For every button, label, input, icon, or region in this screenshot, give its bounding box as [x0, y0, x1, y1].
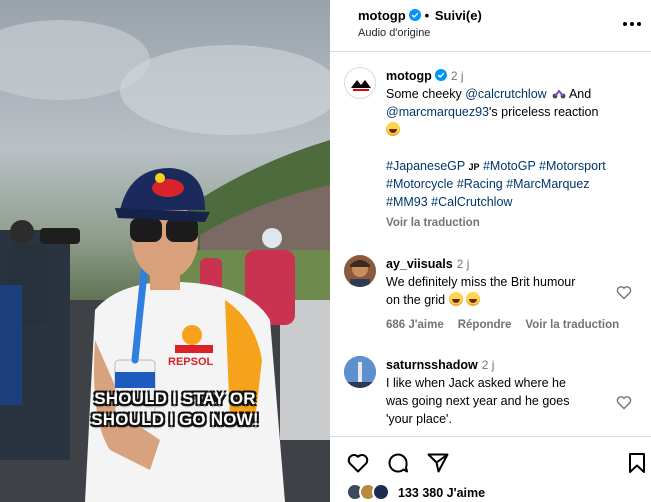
- like-heart-icon[interactable]: [346, 451, 370, 475]
- comment-likes-count[interactable]: 686 J'aime: [386, 319, 444, 331]
- liker-avatar: [372, 483, 390, 501]
- laughing-emoji-icon: [448, 292, 463, 306]
- comment-like-heart-icon[interactable]: [616, 395, 632, 410]
- caption-line-1: Some cheeky @calcrutchlow And: [386, 85, 591, 103]
- comments-scroll-area[interactable]: motogp 2 j Some cheeky @calcrutchlow And …: [330, 53, 651, 435]
- hashtags-line-1: #JapaneseGP JP #MotoGP #Motorsport: [386, 157, 606, 176]
- comment-username[interactable]: ay_viisuals: [386, 257, 453, 271]
- hashtag-link[interactable]: #JapaneseGP: [386, 159, 465, 173]
- comment-username[interactable]: saturnsshadow: [386, 358, 478, 372]
- reply-button[interactable]: Répondre: [458, 319, 512, 331]
- comment-meta-ay-viisuals: 686 J'aime Répondre Voir la traduction: [386, 319, 633, 331]
- caption-line-2: @marcmarquez93's priceless reaction: [386, 103, 598, 121]
- video-caption: SHOULD I STAY OR SHOULD I GO NOW!: [91, 389, 259, 429]
- japan-flag-icon: JP: [468, 162, 480, 172]
- comment-text-line-1: We definitely miss the Brit humour: [386, 275, 576, 289]
- caption-username[interactable]: motogp: [386, 69, 432, 83]
- reel-video[interactable]: REPSOL SHOULD I STAY OR SHOULD I GO NOW!: [0, 0, 330, 502]
- comment-time: 2 j: [456, 257, 470, 271]
- hashtag-link[interactable]: #MotoGP #Motorsport: [483, 159, 606, 173]
- verified-badge-icon: [434, 69, 447, 81]
- caption-header-line: motogp 2 j: [386, 67, 464, 85]
- comment-bubble-icon[interactable]: [386, 451, 410, 475]
- post-actions-bar: 133 380 J'aime: [330, 436, 651, 502]
- comment-translate-link[interactable]: Voir la traduction: [525, 319, 619, 331]
- caption-text-1: Some cheeky: [386, 87, 466, 101]
- hashtags-line-2[interactable]: #Motorcycle #Racing #MarcMarquez: [386, 175, 590, 193]
- post-side-panel: motogp • Suivi(e) Audio d'origine motogp 2…: [330, 0, 651, 502]
- laughing-emoji-icon: [386, 121, 400, 139]
- comment-text-line-1: I like when Jack asked where he: [386, 376, 566, 390]
- original-audio-link[interactable]: Audio d'origine: [358, 27, 430, 39]
- comment-saturnsshadow: saturnsshadow 2 j I like when Jack asked …: [386, 356, 626, 428]
- post-header: motogp • Suivi(e) Audio d'origine: [330, 0, 651, 52]
- more-horizontal-icon[interactable]: [621, 14, 643, 34]
- motogp-avatar[interactable]: [344, 67, 376, 99]
- caption-text-1b: And: [566, 87, 592, 101]
- mention-calcrutchlow[interactable]: @calcrutchlow: [465, 87, 546, 101]
- saturnsshadow-avatar[interactable]: [344, 356, 376, 388]
- comment-text-line-3: 'your place'.: [386, 412, 452, 426]
- caption-translate-link[interactable]: Voir la traduction: [386, 217, 480, 229]
- comment-time: 2 j: [481, 358, 495, 372]
- comment-like-heart-icon[interactable]: [616, 285, 632, 300]
- caption-text-2b: 's priceless reaction: [489, 105, 599, 119]
- verified-badge-icon: [408, 9, 421, 21]
- separator-dot: •: [424, 8, 430, 23]
- motogp-logo-icon: [351, 80, 371, 91]
- caption-time: 2 j: [450, 69, 464, 83]
- racing-bike-emoji-icon: [552, 86, 566, 99]
- mention-marcmarquez93[interactable]: @marcmarquez93: [386, 105, 489, 119]
- comment-text-line-2: was going next year and he goes: [386, 394, 570, 408]
- shirt-sponsor-text: REPSOL: [168, 356, 214, 368]
- share-send-icon[interactable]: [426, 451, 450, 475]
- comment-ay-viisuals: ay_viisuals 2 j We definitely miss the Br…: [386, 255, 626, 309]
- save-bookmark-icon[interactable]: [625, 451, 649, 475]
- likes-count[interactable]: 133 380 J'aime: [398, 486, 485, 500]
- ay-viisuals-avatar[interactable]: [344, 255, 376, 287]
- header-user-line: motogp • Suivi(e): [358, 8, 482, 23]
- comment-text-line-2: on the grid: [386, 293, 446, 307]
- header-username[interactable]: motogp: [358, 8, 406, 23]
- laughing-emoji-icon: [466, 292, 481, 306]
- hashtags-line-3[interactable]: #MM93 #CalCrutchlow: [386, 193, 512, 211]
- following-button[interactable]: Suivi(e): [435, 8, 482, 23]
